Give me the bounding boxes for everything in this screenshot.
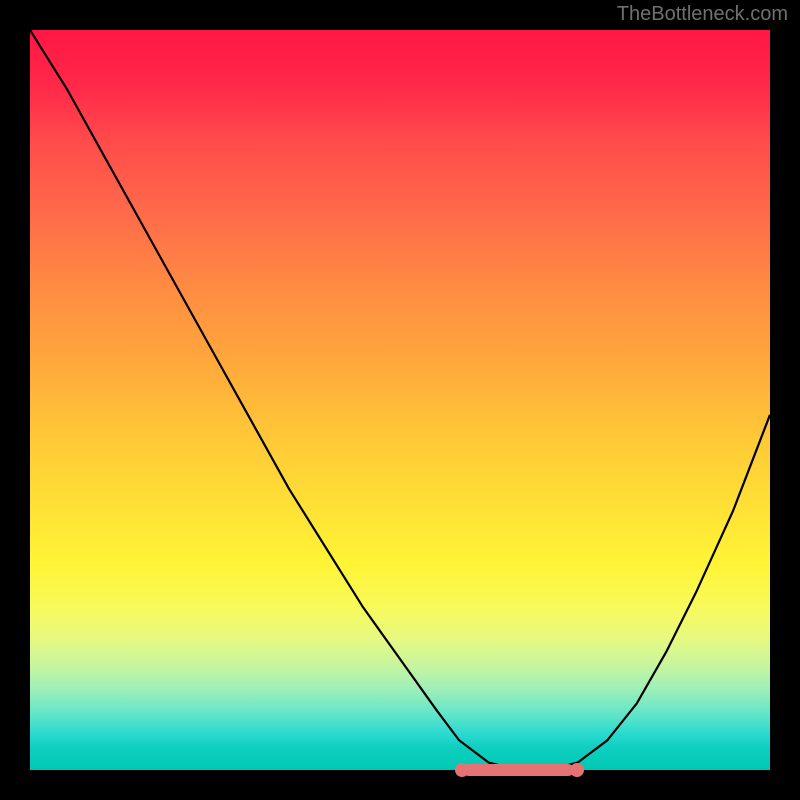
bottleneck-curve-svg xyxy=(30,30,770,770)
optimal-zone-end-dot xyxy=(570,763,584,777)
optimal-zone-bar xyxy=(463,764,573,776)
watermark-text: TheBottleneck.com xyxy=(617,3,788,26)
bottleneck-curve-line xyxy=(30,30,770,770)
